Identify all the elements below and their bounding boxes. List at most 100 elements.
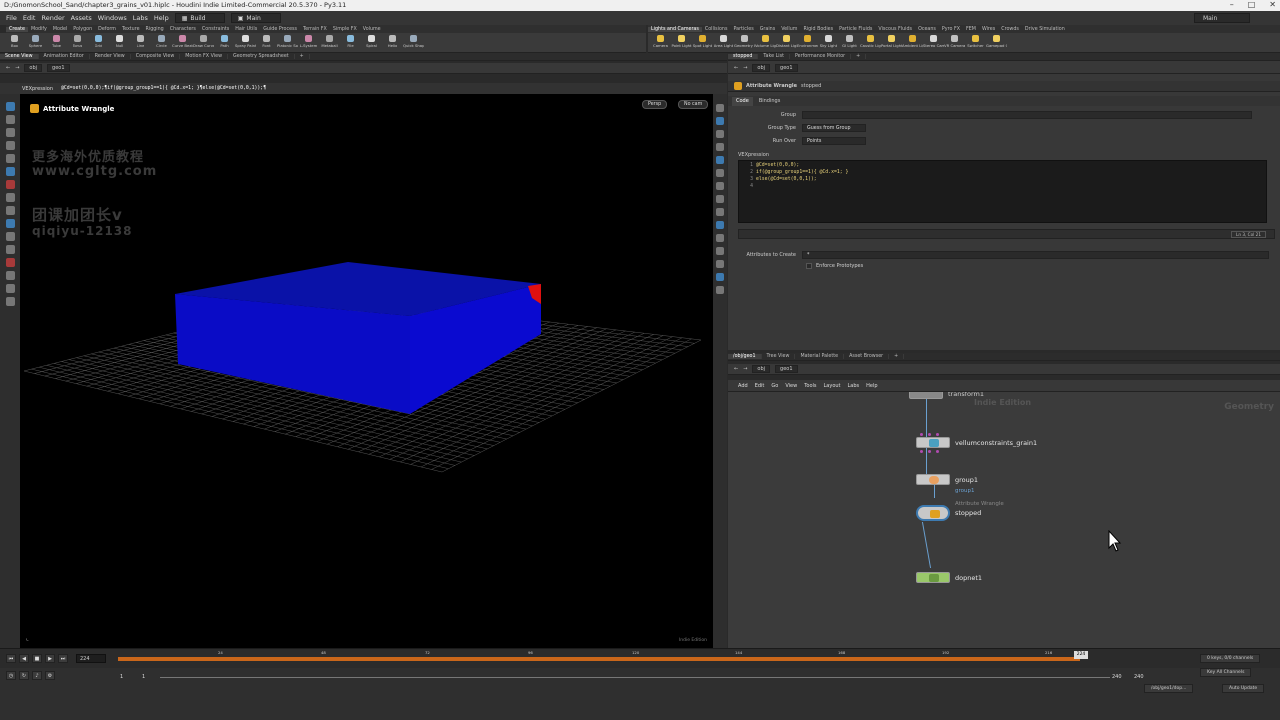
shelf-tool-button[interactable]: Spiral bbox=[361, 33, 382, 48]
shelf-tab[interactable]: Volume bbox=[360, 27, 384, 32]
tab-network[interactable]: /obj/geo1 bbox=[728, 354, 762, 359]
network-editor[interactable]: Indie Edition Geometry transform1 vellum… bbox=[728, 392, 1280, 648]
shelf-tab[interactable]: Wires bbox=[979, 27, 998, 32]
shelf-tool-button[interactable]: Volume Light bbox=[755, 33, 776, 48]
shelf-tool-button[interactable]: Portal Light bbox=[881, 33, 902, 48]
ghost-icon[interactable] bbox=[716, 221, 724, 229]
forward-icon[interactable]: → bbox=[743, 65, 747, 71]
magnet-icon[interactable] bbox=[5, 258, 15, 267]
prim-numbers-icon[interactable] bbox=[716, 208, 724, 216]
net-menu-view[interactable]: View bbox=[785, 383, 797, 389]
shelf-tab[interactable]: Drive Simulation bbox=[1022, 27, 1068, 32]
vex-code-editor[interactable]: 1 2 3 4 @Cd=set(0,0,0); if(@group_group1… bbox=[738, 160, 1267, 223]
shelf-tab[interactable]: Oceans bbox=[915, 27, 939, 32]
view-tool-icon[interactable] bbox=[5, 193, 15, 202]
net-menu-tools[interactable]: Tools bbox=[804, 383, 816, 389]
shelf-tool-button[interactable]: Line bbox=[130, 33, 151, 48]
shelf-tool-button[interactable]: Sphere bbox=[25, 33, 46, 48]
shelf-tool-button[interactable]: Spot Light bbox=[692, 33, 713, 48]
code-line[interactable]: else(@Cd=set(0,0,1)); bbox=[756, 177, 817, 182]
vexpression-code[interactable]: @Cd=set(0,0,0);¶if(@group_group1==1){ @C… bbox=[61, 86, 266, 91]
group-field[interactable] bbox=[802, 111, 1252, 119]
shelf-tool-button[interactable]: L-System bbox=[298, 33, 319, 48]
shelf-tab[interactable]: Crowds bbox=[998, 27, 1022, 32]
main-dropdown[interactable]: ▣ Main bbox=[230, 13, 281, 23]
shelf-tab[interactable]: Deform bbox=[95, 27, 119, 32]
path-obj[interactable]: obj bbox=[752, 365, 771, 373]
shelf-tab[interactable]: Hair Utils bbox=[232, 27, 260, 32]
light-icon[interactable] bbox=[716, 143, 724, 151]
realtime-icon[interactable]: ◷ bbox=[6, 671, 16, 680]
stop-icon[interactable]: ■ bbox=[32, 654, 42, 663]
minimize-icon[interactable]: – bbox=[1230, 0, 1234, 9]
back-icon[interactable]: ← bbox=[6, 65, 10, 71]
handle-tool-icon[interactable] bbox=[5, 154, 15, 163]
grid-toggle-icon[interactable] bbox=[716, 169, 724, 177]
menu-render[interactable]: Render bbox=[41, 14, 64, 22]
tab-render-view[interactable]: Render View bbox=[90, 54, 131, 59]
scene-viewport[interactable]: Attribute Wrangle Persp No cam 更多海外优质教程 … bbox=[20, 94, 713, 648]
shelf-tab[interactable]: Rigging bbox=[143, 27, 167, 32]
node-attribute-wrangle[interactable]: stopped bbox=[916, 505, 981, 521]
desktop-build-dropdown[interactable]: ▦ Build bbox=[174, 13, 225, 23]
shelf-tool-button[interactable]: Tube bbox=[46, 33, 67, 48]
forward-icon[interactable]: → bbox=[743, 366, 747, 372]
rotate-tool-icon[interactable] bbox=[5, 128, 15, 137]
enforce-checkbox[interactable] bbox=[806, 263, 812, 269]
auto-update-button[interactable]: Auto Update bbox=[1222, 684, 1265, 693]
shelf-tab[interactable]: Rigid Bodies bbox=[800, 27, 836, 32]
guides-icon[interactable] bbox=[716, 247, 724, 255]
tab-scene-view[interactable]: Scene View bbox=[0, 54, 39, 59]
attrs-field[interactable]: * bbox=[802, 251, 1269, 259]
camera-lock-icon[interactable] bbox=[5, 297, 15, 306]
shading-icon[interactable] bbox=[716, 117, 724, 125]
shelf-tool-button[interactable]: Ambient Light bbox=[902, 33, 923, 48]
edges-icon[interactable] bbox=[5, 245, 15, 254]
path-geo1[interactable]: geo1 bbox=[775, 365, 798, 373]
points-icon[interactable] bbox=[5, 232, 15, 241]
path-status-button[interactable]: /obj/geo1/dop... bbox=[1144, 684, 1194, 693]
range-end[interactable]: 240 bbox=[1112, 673, 1122, 682]
shelf-tab[interactable]: Lights and Cameras bbox=[648, 26, 702, 32]
tab-motion-fx-view[interactable]: Motion FX View bbox=[180, 54, 228, 59]
prev-frame-icon[interactable]: ◀ bbox=[19, 654, 29, 663]
path-geo1[interactable]: geo1 bbox=[47, 64, 70, 72]
tab-bindings[interactable]: Bindings bbox=[755, 97, 785, 106]
menu-assets[interactable]: Assets bbox=[71, 14, 92, 22]
add-tab-icon[interactable]: + bbox=[851, 54, 867, 59]
shelf-tool-button[interactable]: VR Camera bbox=[944, 33, 965, 48]
shelf-tool-button[interactable]: Area Light bbox=[713, 33, 734, 48]
code-line[interactable]: @Cd=set(0,0,0); bbox=[756, 163, 799, 168]
shelf-tool-button[interactable]: Gamepad Camera bbox=[986, 33, 1007, 48]
add-tab-icon[interactable]: + bbox=[295, 54, 310, 59]
group-type-dropdown[interactable]: Guess from Group bbox=[802, 124, 866, 132]
wireframe-icon[interactable] bbox=[716, 130, 724, 138]
shelf-tab[interactable]: Vellum bbox=[778, 27, 800, 32]
shelf-tool-button[interactable]: GI Light bbox=[839, 33, 860, 48]
forward-icon[interactable]: → bbox=[15, 65, 19, 71]
shelf-tool-button[interactable]: Helix bbox=[382, 33, 403, 48]
shelf-tab[interactable]: Simple FX bbox=[330, 27, 360, 32]
first-frame-icon[interactable]: ⏮ bbox=[6, 654, 16, 663]
vis-icon[interactable] bbox=[716, 260, 724, 268]
shelf-tool-button[interactable]: Path bbox=[214, 33, 235, 48]
code-line[interactable]: if(@group_group1==1){ @Cd.x=1; } bbox=[756, 170, 848, 175]
add-tab-icon[interactable]: + bbox=[889, 354, 905, 359]
shelf-tab[interactable]: Particle Fluids bbox=[836, 27, 875, 32]
shelf-tab[interactable]: Polygon bbox=[70, 27, 95, 32]
path-obj[interactable]: obj bbox=[752, 64, 771, 72]
menu-labs[interactable]: Labs bbox=[133, 14, 148, 22]
shelf-tool-button[interactable]: Platonic Solids bbox=[277, 33, 298, 48]
point-numbers-icon[interactable] bbox=[716, 195, 724, 203]
shelf-tab[interactable]: Pyro FX bbox=[939, 27, 963, 32]
move-tool-icon[interactable] bbox=[5, 115, 15, 124]
scale-tool-icon[interactable] bbox=[5, 141, 15, 150]
shelf-tool-button[interactable]: Camera bbox=[650, 33, 671, 48]
settings-icon[interactable]: ⚙ bbox=[45, 671, 55, 680]
shelf-tab[interactable]: Modify bbox=[28, 27, 50, 32]
tab-performance-monitor[interactable]: Performance Monitor bbox=[790, 54, 852, 59]
camera-menu[interactable]: No cam bbox=[678, 100, 709, 109]
shelf-tool-button[interactable]: Metaball bbox=[319, 33, 340, 48]
shelf-tool-button[interactable]: Grid bbox=[88, 33, 109, 48]
tab-geometry-spreadsheet[interactable]: Geometry Spreadsheet bbox=[228, 54, 295, 59]
